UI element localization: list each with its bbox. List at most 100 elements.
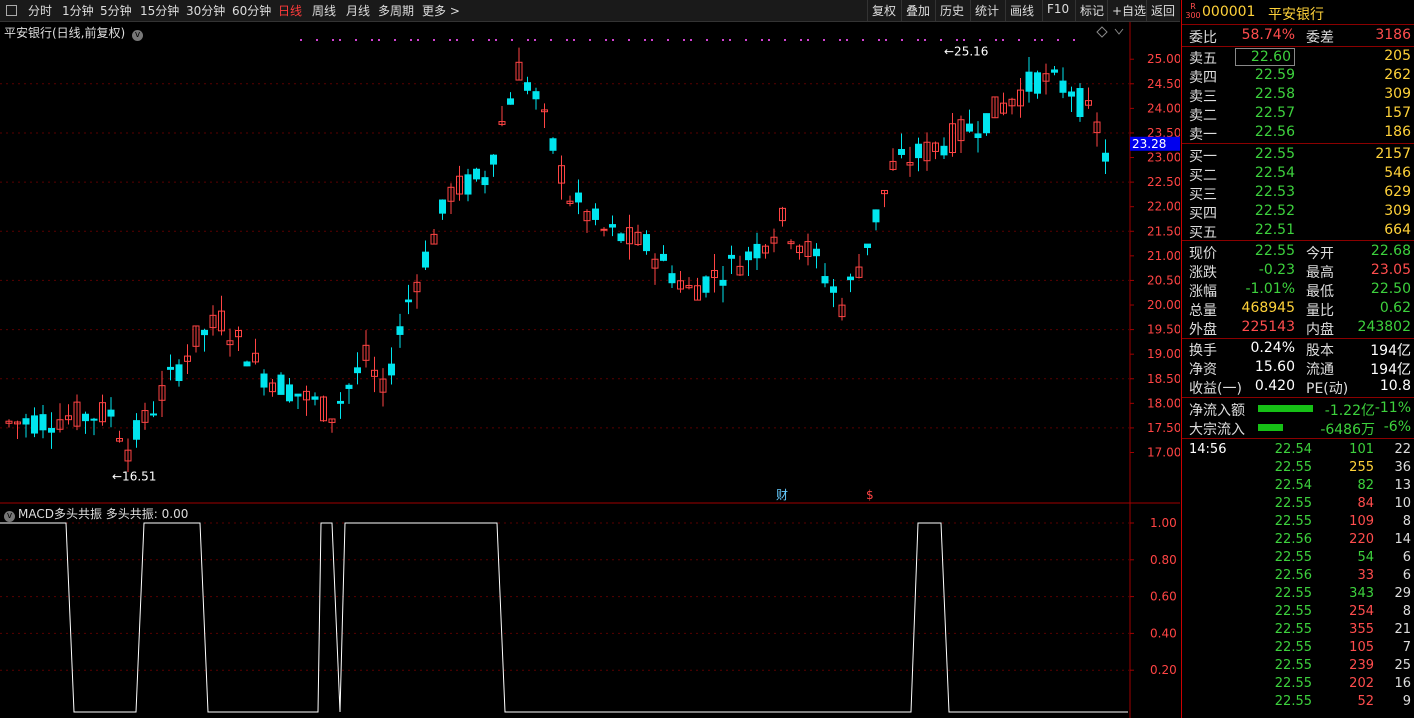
weicha-label: 委差 (1306, 30, 1334, 46)
signal-dot (1057, 39, 1059, 41)
candle-down (490, 154, 497, 165)
toolbar-divider (935, 0, 936, 21)
candle-down (1076, 88, 1084, 118)
toolbar-divider (970, 0, 971, 21)
chevron-down-icon[interactable] (1114, 28, 1124, 35)
bid-row: 买二 22.54 546 (1182, 165, 1414, 184)
toolbar-button[interactable]: 历史 (940, 2, 964, 19)
toolbar-button[interactable]: F10 (1047, 2, 1069, 16)
stat-value: 23.05 (1370, 262, 1411, 278)
tick-price: 22.55 (1274, 658, 1312, 673)
price-axis-label: 18.00 (1147, 396, 1180, 410)
toolbar-divider (1146, 0, 1147, 21)
bid-price[interactable]: 22.55 (1255, 146, 1295, 162)
toolbar-button[interactable]: +自选 (1112, 2, 1146, 19)
toolbar-button[interactable]: 叠加 (906, 2, 930, 19)
fund-label: PE(动) (1306, 381, 1349, 397)
price-axis-label: 17.50 (1147, 421, 1180, 435)
period-tab[interactable]: 60分钟 (232, 2, 271, 19)
toolbar-button[interactable]: 返回 (1151, 2, 1175, 19)
tick-count: 22 (1394, 442, 1411, 457)
candle-down (728, 254, 735, 259)
bid-price[interactable]: 22.51 (1255, 222, 1295, 238)
stat-label: 现价 (1189, 246, 1217, 262)
tick-count: 6 (1402, 550, 1411, 565)
event-marker-dividend[interactable]: $ (866, 488, 874, 502)
fund-label: 收益(一) (1189, 381, 1242, 397)
bid-price[interactable]: 22.52 (1255, 203, 1295, 219)
price-axis-label: 22.50 (1147, 175, 1180, 189)
tick-price: 22.56 (1274, 568, 1312, 583)
weicha-value: 3186 (1375, 27, 1411, 43)
ask-row: 卖二 22.57 157 (1182, 105, 1414, 124)
fund-value: 10.8 (1379, 378, 1411, 394)
period-tab[interactable]: 1分钟 (62, 2, 94, 19)
tick-count: 8 (1402, 604, 1411, 619)
ask-price[interactable]: 22.59 (1255, 67, 1295, 83)
price-axis-label: 21.00 (1147, 249, 1180, 263)
chevron-down-icon[interactable]: v (132, 30, 144, 41)
tick-row: 22.56 220 14 (1182, 532, 1414, 550)
tick-count: 14 (1394, 532, 1411, 547)
ask-price[interactable]: 22.58 (1255, 86, 1295, 102)
stat-value: -1.01% (1245, 281, 1295, 297)
toolbar-button[interactable]: 标记 (1080, 2, 1104, 19)
period-tab[interactable]: 日线 (278, 2, 302, 19)
ask-label: 卖五 (1189, 51, 1217, 67)
signal-dot (628, 39, 630, 41)
kline-chart[interactable]: 25.0024.5024.0023.5023.0022.5022.0021.50… (0, 22, 1180, 718)
tick-price: 22.56 (1274, 532, 1312, 547)
tick-price: 22.55 (1274, 496, 1312, 511)
fund-label: 净资 (1189, 362, 1217, 378)
flow-bar (1258, 405, 1313, 412)
ask-price[interactable]: 22.56 (1255, 124, 1295, 140)
period-tab[interactable]: 多周期 (378, 2, 414, 19)
event-marker-finance[interactable]: 财 (776, 488, 788, 502)
candle-down (354, 367, 361, 374)
candle-down (243, 361, 251, 367)
bid-price[interactable]: 22.53 (1255, 184, 1295, 200)
period-tab[interactable]: 15分钟 (140, 2, 179, 19)
period-tab[interactable]: 月线 (346, 2, 370, 19)
candle-down (167, 366, 174, 370)
signal-dot (800, 39, 802, 41)
chart-area[interactable]: 25.00 24.50 24.00 23.50 23.00 22.50 22.00 21.50… (0, 22, 1180, 718)
rank-badge: R 300 (1185, 2, 1201, 20)
flow-bar (1258, 424, 1283, 431)
toolbar-button[interactable]: 画线 (1010, 2, 1034, 19)
candle-down (396, 326, 404, 335)
signal-dot (644, 39, 646, 41)
menu-square-icon[interactable] (6, 5, 17, 16)
bid-volume: 2157 (1375, 146, 1411, 162)
candle-down (592, 208, 599, 220)
bid-price[interactable]: 22.54 (1255, 165, 1295, 181)
toolbar-button[interactable]: 复权 (872, 2, 896, 19)
signal-dot (417, 39, 419, 41)
diamond-icon[interactable] (1096, 26, 1108, 38)
candle-down (532, 91, 540, 100)
ask-price[interactable]: 22.57 (1255, 105, 1295, 121)
candle-down (609, 224, 616, 228)
capital-flow-row: 大宗流入 -6486万 -6% (1182, 419, 1414, 438)
tick-row: 22.55 109 8 (1182, 514, 1414, 532)
period-tab[interactable]: 分时 (28, 2, 52, 19)
tick-row: 22.55 355 21 (1182, 622, 1414, 640)
period-tab[interactable]: 5分钟 (100, 2, 132, 19)
stat-row: 涨幅 -1.01% 最低 22.50 (1182, 281, 1414, 300)
candle-down (864, 243, 871, 248)
flow-percent: -6% (1383, 419, 1411, 435)
signal-dot (456, 39, 458, 41)
ask-price[interactable]: 22.60 (1235, 48, 1295, 66)
period-tab[interactable]: 更多 > (422, 2, 460, 19)
tick-count: 8 (1402, 514, 1411, 529)
period-tab[interactable]: 周线 (312, 2, 336, 19)
chevron-down-icon[interactable]: v (4, 511, 15, 522)
price-axis-label: 24.50 (1147, 77, 1180, 91)
toolbar-button[interactable]: 统计 (975, 2, 999, 19)
toolbar-divider (1005, 0, 1006, 21)
tick-volume: 254 (1349, 604, 1374, 619)
candle-down (643, 234, 650, 252)
tick-count: 9 (1402, 694, 1411, 709)
period-tab[interactable]: 30分钟 (186, 2, 225, 19)
signal-dot (1018, 39, 1020, 41)
